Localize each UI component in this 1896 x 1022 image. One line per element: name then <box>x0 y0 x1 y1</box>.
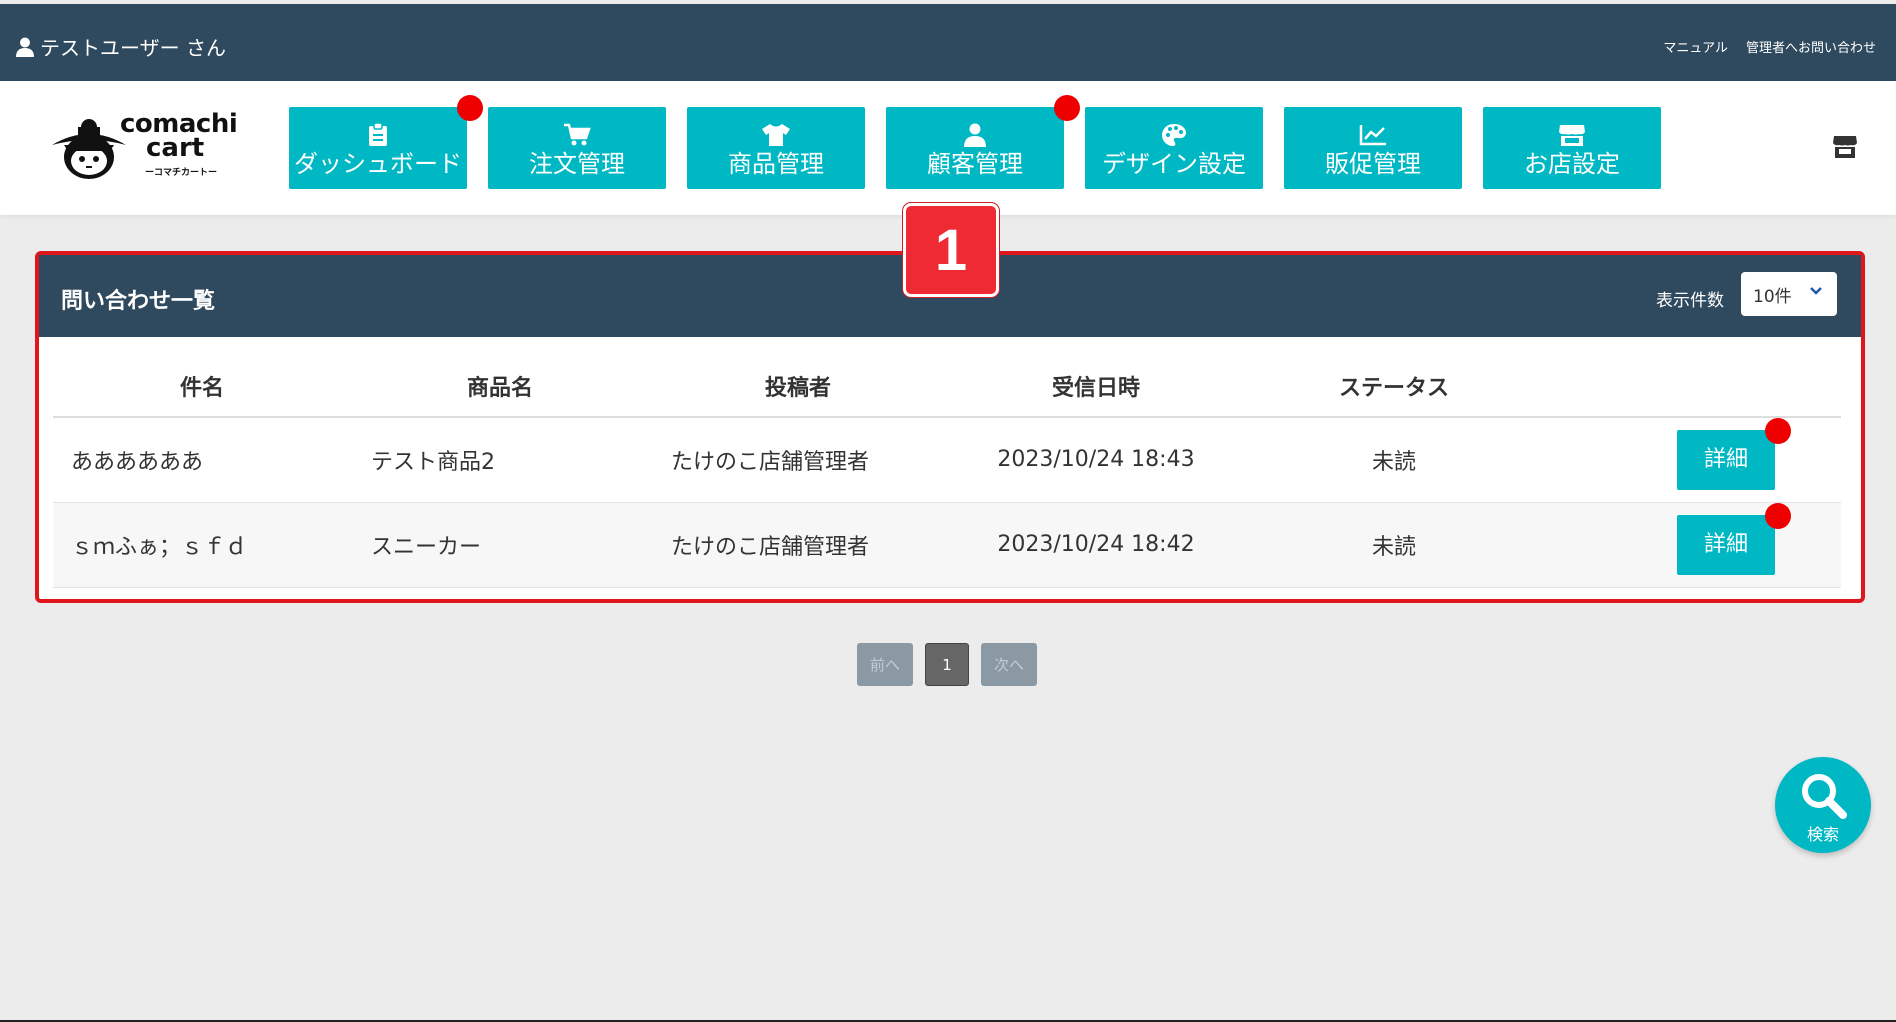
storefront-button[interactable] <box>1832 135 1858 163</box>
cell-status: 未読 <box>1245 417 1543 503</box>
pagination: 前へ 1 次へ <box>857 643 1037 686</box>
nav-customers-label: 顧客管理 <box>927 150 1023 178</box>
notification-badge <box>457 95 483 121</box>
cell-received: 2023/10/24 18:42 <box>947 502 1245 588</box>
chevron-down-icon <box>1810 287 1822 295</box>
header: comachi cart ーコマチカートー ダッシュボード 注文管理 商品管理 … <box>0 81 1896 215</box>
nav-dashboard-label: ダッシュボード <box>294 150 462 178</box>
inquiry-list-panel: 問い合わせ一覧 表示件数 10件 1 件名 商品名 投稿者 受信日時 ステータス… <box>35 203 1865 603</box>
user-icon <box>964 123 986 147</box>
logo-text-cart: cart <box>146 133 205 163</box>
cell-subject: ああああああ <box>53 417 351 503</box>
cart-icon <box>564 123 591 146</box>
nav-products-label: 商品管理 <box>728 150 824 178</box>
user-icon <box>16 37 34 57</box>
cell-action: 詳細 <box>1543 502 1841 588</box>
cell-product: スニーカー <box>351 502 649 588</box>
search-fab-label: 検索 <box>1806 825 1839 844</box>
manual-link[interactable]: マニュアル <box>1663 37 1728 56</box>
col-status: ステータス <box>1245 355 1543 418</box>
clipboard-icon <box>369 123 387 146</box>
detail-button-label: 詳細 <box>1703 531 1748 557</box>
cell-subject: ｓｍふぁ；ｓｆｄ <box>53 502 351 588</box>
logo[interactable]: comachi cart ーコマチカートー <box>48 109 238 181</box>
search-fab-button[interactable]: 検索 <box>1775 757 1871 853</box>
pagination-page-1[interactable]: 1 <box>925 643 969 686</box>
table-header-row: 件名 商品名 投稿者 受信日時 ステータス <box>53 355 1841 418</box>
nav-dashboard-button[interactable]: ダッシュボード <box>289 95 483 189</box>
main-nav: ダッシュボード 注文管理 商品管理 顧客管理 デザイン設定 販促管理 お店設定 <box>289 95 1661 189</box>
per-page-select[interactable]: 10件 <box>1741 272 1837 316</box>
shirt-icon <box>762 124 790 146</box>
per-page-label: 表示件数 <box>1656 291 1724 311</box>
nav-orders-button[interactable]: 注文管理 <box>488 107 666 189</box>
panel-title: 問い合わせ一覧 <box>61 289 216 314</box>
top-links: マニュアル 管理者へお問い合わせ <box>1663 37 1876 56</box>
user-name: テストユーザー さん <box>40 36 226 60</box>
table-row: ｓｍふぁ；ｓｆｄ スニーカー たけのこ店舗管理者 2023/10/24 18:4… <box>53 502 1841 588</box>
cell-poster: たけのこ店舗管理者 <box>649 417 947 503</box>
nav-design-label: デザイン設定 <box>1102 150 1246 178</box>
cell-action: 詳細 <box>1543 417 1841 503</box>
logo-mascot-icon <box>52 119 126 179</box>
table-row: ああああああ テスト商品2 たけのこ店舗管理者 2023/10/24 18:43… <box>53 417 1841 503</box>
logo-subtext: ーコマチカートー <box>145 168 218 178</box>
top-bar: テストユーザー さん マニュアル 管理者へお問い合わせ <box>0 4 1896 81</box>
user-info: テストユーザー さん <box>16 32 226 61</box>
col-subject: 件名 <box>53 355 351 418</box>
cell-received: 2023/10/24 18:43 <box>947 417 1245 503</box>
chart-line-icon <box>1359 125 1386 146</box>
nav-customers-button[interactable]: 顧客管理 <box>886 95 1080 189</box>
nav-store-settings-button[interactable]: お店設定 <box>1483 107 1661 189</box>
search-icon <box>1802 774 1847 819</box>
per-page-value: 10件 <box>1753 286 1792 307</box>
col-product: 商品名 <box>351 355 649 418</box>
col-poster: 投稿者 <box>649 355 947 418</box>
pagination-next-button[interactable]: 次へ <box>981 643 1037 686</box>
annotation-marker: 1 <box>903 203 999 297</box>
nav-products-button[interactable]: 商品管理 <box>687 107 865 189</box>
contact-admin-link[interactable]: 管理者へお問い合わせ <box>1746 37 1876 56</box>
notification-badge <box>1765 502 1791 529</box>
col-received: 受信日時 <box>947 355 1245 418</box>
storefront-icon <box>1833 136 1857 158</box>
cell-product: テスト商品2 <box>351 417 649 503</box>
store-icon <box>1559 125 1585 146</box>
nav-store-settings-label: お店設定 <box>1524 150 1620 178</box>
nav-orders-label: 注文管理 <box>529 150 625 178</box>
nav-promotions-button[interactable]: 販促管理 <box>1284 107 1462 189</box>
detail-button-label: 詳細 <box>1703 446 1748 472</box>
palette-icon <box>1162 124 1186 146</box>
nav-promotions-label: 販促管理 <box>1325 150 1421 178</box>
pagination-prev-button[interactable]: 前へ <box>857 643 913 686</box>
inquiry-table: 件名 商品名 投稿者 受信日時 ステータス ああああああ テスト商品2 たけのこ… <box>53 355 1841 588</box>
cell-status: 未読 <box>1245 502 1543 588</box>
nav-design-button[interactable]: デザイン設定 <box>1085 107 1263 189</box>
detail-button[interactable]: 詳細 <box>1677 502 1791 575</box>
col-action <box>1543 355 1841 418</box>
cell-poster: たけのこ店舗管理者 <box>649 502 947 588</box>
notification-badge <box>1054 95 1080 121</box>
notification-badge <box>1765 417 1791 444</box>
detail-button[interactable]: 詳細 <box>1677 417 1791 490</box>
